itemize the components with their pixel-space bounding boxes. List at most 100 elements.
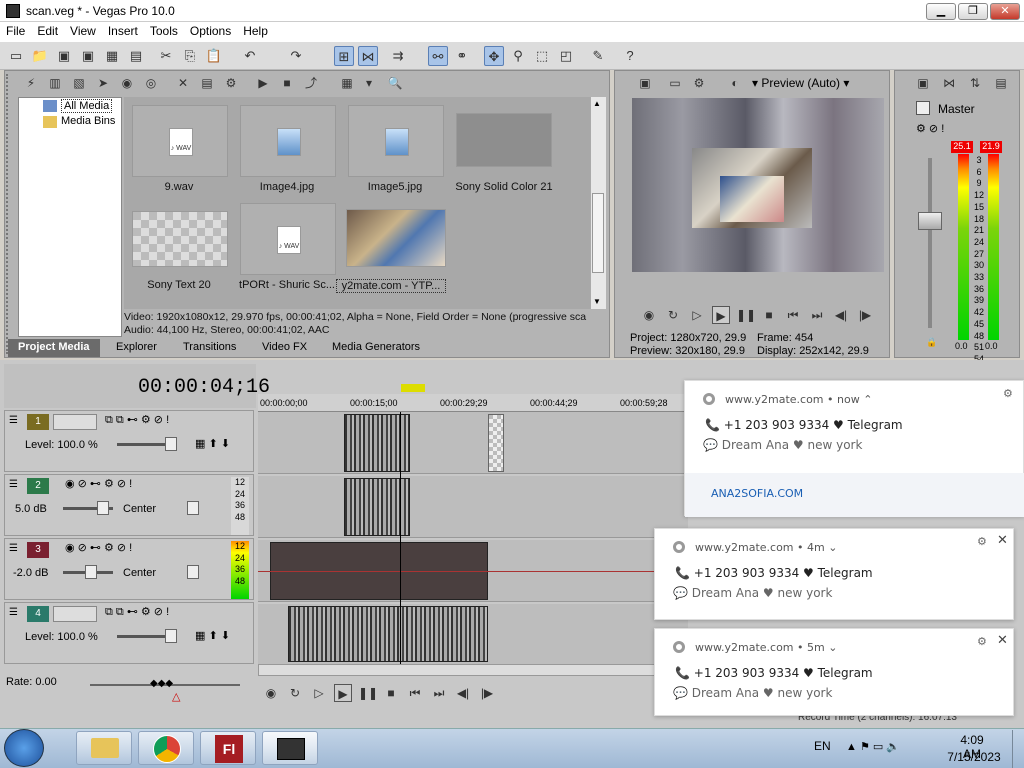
copy-icon[interactable]: ⎘: [180, 46, 200, 66]
clock-date[interactable]: 7/15/2023: [944, 750, 1004, 764]
close-icon[interactable]: ✕: [997, 533, 1008, 548]
render-icon[interactable]: ▦: [102, 46, 122, 66]
media-fx-icon[interactable]: ⚙: [222, 74, 240, 92]
search-media-icon[interactable]: ◎: [142, 74, 160, 92]
track-controls[interactable]: ◉ ⊘ ⊷ ⚙ ⊘ !: [65, 541, 132, 554]
track-header-3[interactable]: ☰ 3 ◉ ⊘ ⊷ ⚙ ⊘ ! -2.0 dB Center 12 24 36 48: [4, 538, 254, 600]
menu-view[interactable]: View: [64, 22, 102, 40]
master-fx-icon[interactable]: [916, 101, 930, 115]
level-slider-thumb[interactable]: [165, 437, 177, 451]
tab-media-generators[interactable]: Media Generators: [322, 339, 430, 357]
media-item[interactable]: ♪ WAV: [132, 105, 228, 177]
compositing-icons[interactable]: ▦ ⬆ ⬇: [195, 629, 230, 642]
notification-link-bar[interactable]: ANA2SOFIA.COM: [685, 473, 1024, 517]
next-frame-icon[interactable]: |▶: [478, 684, 496, 702]
import-media-icon[interactable]: ⚡: [22, 74, 40, 92]
timeline-hscrollbar[interactable]: [258, 664, 688, 676]
stop-media-icon[interactable]: ■: [278, 74, 296, 92]
collapse-icon[interactable]: ☰: [9, 543, 18, 554]
taskbar-flash[interactable]: Fl: [200, 731, 256, 765]
pause-icon[interactable]: ❚❚: [358, 684, 378, 702]
panel-grip[interactable]: [6, 74, 14, 354]
whats-this-help-icon[interactable]: ?: [620, 46, 640, 66]
split-screen-icon[interactable]: ◐: [726, 74, 744, 92]
lock-icon[interactable]: 🔒: [926, 337, 937, 348]
media-item[interactable]: [456, 113, 552, 167]
loop-region-marker[interactable]: [401, 384, 425, 392]
redo-icon[interactable]: ↷: [286, 46, 306, 66]
tab-explorer[interactable]: Explorer: [106, 339, 167, 357]
settings-icon[interactable]: ⚙: [977, 535, 987, 548]
tree-item-all-media[interactable]: All Media: [61, 99, 113, 113]
pan-slider-thumb[interactable]: [187, 565, 199, 579]
record-icon[interactable]: ◉: [262, 684, 280, 702]
collapse-icon[interactable]: ☰: [9, 479, 18, 490]
remove-media-icon[interactable]: ✕: [174, 74, 192, 92]
maximize-button[interactable]: ❐: [958, 3, 988, 20]
scroll-down-icon[interactable]: ▼: [593, 297, 601, 306]
media-item[interactable]: [348, 105, 444, 177]
pause-icon[interactable]: ❚❚: [736, 306, 756, 324]
track-controls[interactable]: ⧉ ⧉ ⊷ ⚙ ⊘ !: [105, 413, 169, 427]
menu-options[interactable]: Options: [184, 22, 237, 40]
envelope-tool-icon[interactable]: ⚲: [508, 46, 528, 66]
play-from-start-icon[interactable]: ▷: [310, 684, 328, 702]
volume-envelope[interactable]: [258, 571, 688, 572]
track-name-field[interactable]: [53, 606, 97, 622]
play-from-start-icon[interactable]: ▷: [688, 306, 706, 324]
properties-icon[interactable]: ▤: [126, 46, 146, 66]
stop-icon[interactable]: ■: [382, 684, 400, 702]
open-icon[interactable]: 📁: [30, 46, 50, 66]
loop-icon[interactable]: ↻: [286, 684, 304, 702]
prev-frame-icon[interactable]: ◀|: [454, 684, 472, 702]
rate-thumb[interactable]: ◆◆◆: [150, 678, 173, 689]
dim-output-icon[interactable]: ⇅: [966, 74, 984, 92]
downmix-icon[interactable]: ⋈: [940, 74, 958, 92]
save-as-icon[interactable]: ▣: [78, 46, 98, 66]
track-name-field[interactable]: [53, 414, 97, 430]
paste-icon[interactable]: 📋: [204, 46, 224, 66]
track-lane-4[interactable]: [258, 604, 688, 666]
language-indicator[interactable]: EN: [814, 739, 831, 753]
collapse-icon[interactable]: ☰: [9, 607, 18, 618]
close-button[interactable]: ✕: [990, 3, 1020, 20]
track-lane-1[interactable]: [258, 412, 688, 474]
media-scrollbar[interactable]: ▲ ▼: [590, 97, 606, 309]
save-icon[interactable]: ▣: [54, 46, 74, 66]
ignore-grouping-icon[interactable]: ⚭: [452, 46, 472, 66]
media-item[interactable]: [346, 209, 446, 267]
views-dropdown-icon[interactable]: ▾: [360, 74, 378, 92]
media-item[interactable]: [240, 105, 336, 177]
taskbar-chrome[interactable]: [138, 731, 194, 765]
new-project-icon[interactable]: ▭: [6, 46, 26, 66]
undo-icon[interactable]: ↶: [240, 46, 260, 66]
extract-audio-icon[interactable]: ➤: [94, 74, 112, 92]
preview-properties-icon[interactable]: ▣: [636, 74, 654, 92]
track-header-4[interactable]: ☰ 4 ⧉ ⧉ ⊷ ⚙ ⊘ ! Level: 100.0 % ▦ ⬆ ⬇: [4, 602, 254, 664]
notification-link[interactable]: ANA2SOFIA.COM: [711, 487, 803, 500]
go-to-start-icon[interactable]: ⏮: [784, 306, 802, 324]
track-header-2[interactable]: ☰ 2 ◉ ⊘ ⊷ ⚙ ⊘ ! 5.0 dB Center 12 24 36 48: [4, 474, 254, 536]
external-monitor-icon[interactable]: ▭: [666, 74, 684, 92]
text-clip[interactable]: [488, 414, 504, 472]
tab-video-fx[interactable]: Video FX: [252, 339, 317, 357]
play-media-icon[interactable]: ▶: [254, 74, 272, 92]
normal-edit-tool-icon[interactable]: ✥: [484, 46, 504, 66]
play-icon[interactable]: ▶: [712, 306, 730, 324]
volume-slider-thumb[interactable]: [85, 565, 97, 579]
level-slider-thumb[interactable]: [165, 629, 177, 643]
settings-icon[interactable]: ⚙: [1003, 387, 1013, 400]
tab-transitions[interactable]: Transitions: [173, 339, 246, 357]
notification-3[interactable]: www.y2mate.com • 5m ⌄ ⚙ ✕ 📞 +1 203 903 9…: [654, 628, 1014, 716]
timeline-ruler[interactable]: 00:00:00;00 00:00:15;00 00:00:29;29 00:0…: [258, 394, 688, 412]
go-to-end-icon[interactable]: ⏭: [430, 684, 448, 702]
brush-icon[interactable]: ✎: [588, 46, 608, 66]
collapse-icon[interactable]: ☰: [9, 415, 18, 426]
loop-icon[interactable]: ↻: [664, 306, 682, 324]
stop-icon[interactable]: ■: [760, 306, 778, 324]
auto-preview-icon[interactable]: ⤴: [302, 74, 320, 92]
preview-quality-dropdown[interactable]: ▾ Preview (Auto) ▾: [752, 76, 849, 90]
tab-project-media[interactable]: Project Media: [8, 339, 100, 357]
next-frame-icon[interactable]: |▶: [856, 306, 874, 324]
go-to-start-icon[interactable]: ⏮: [406, 684, 424, 702]
